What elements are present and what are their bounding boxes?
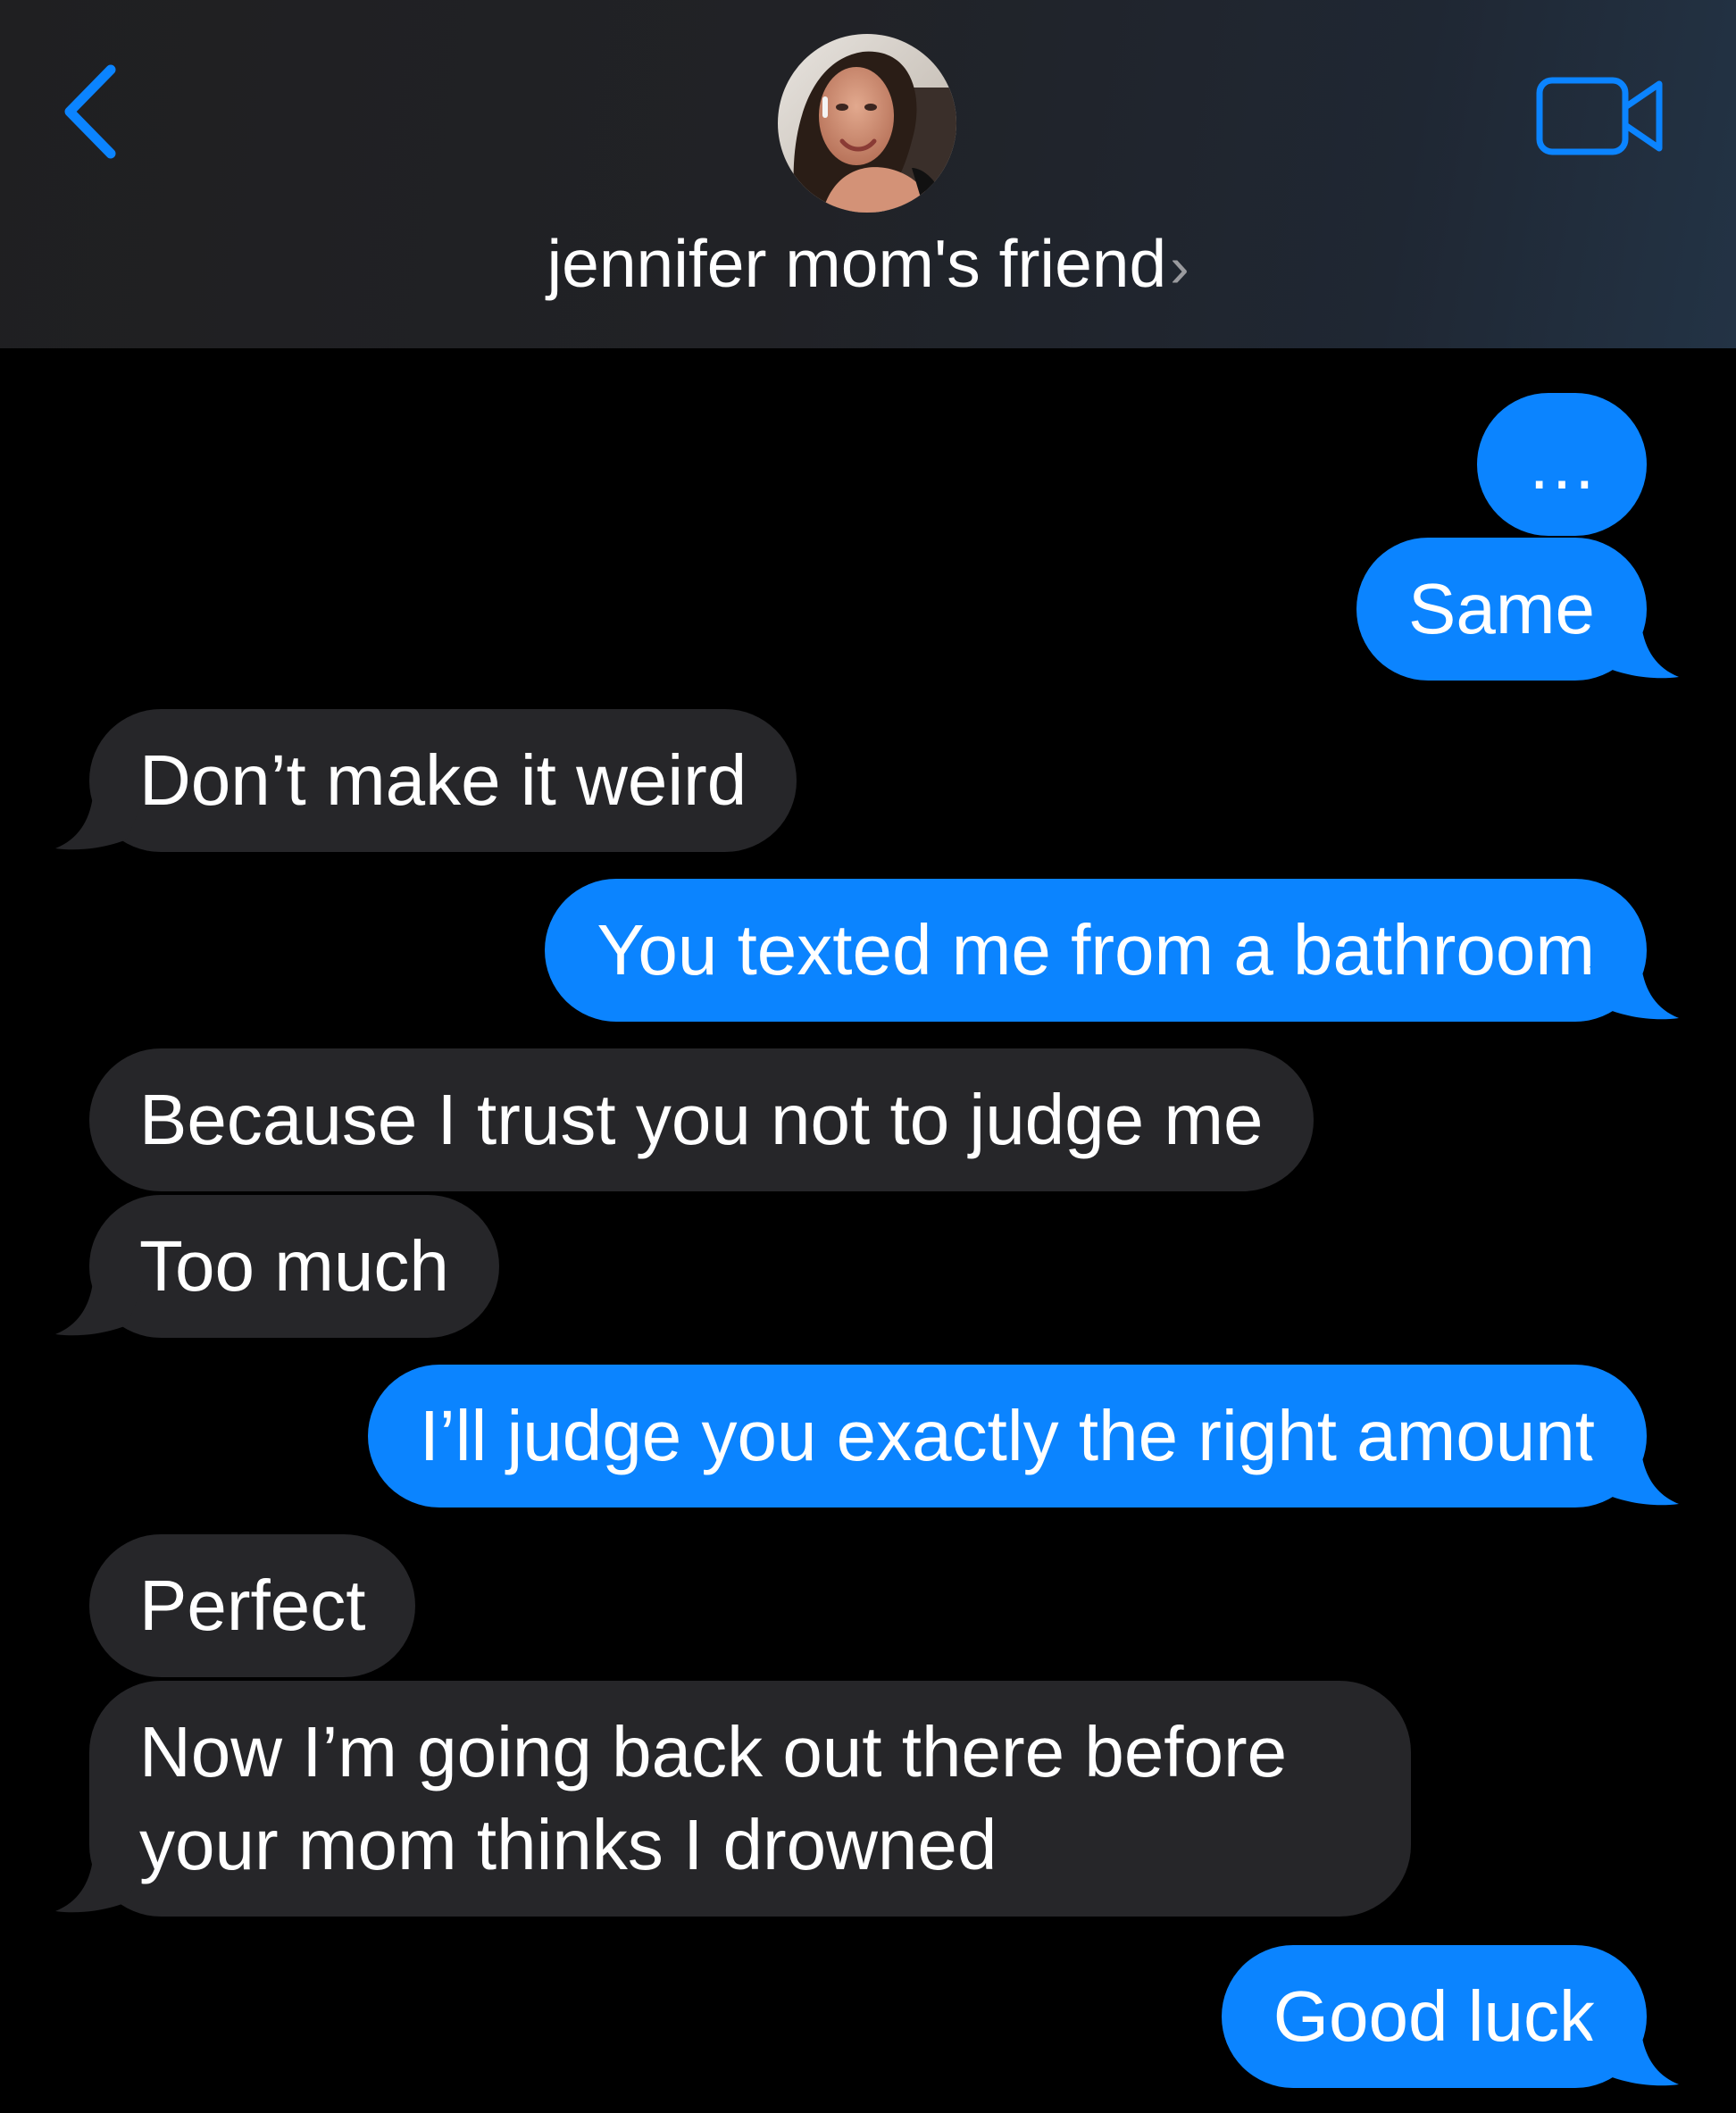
- chevron-right-icon: ›: [1170, 235, 1189, 299]
- conversation-header: jennifer mom's friend›: [0, 0, 1736, 348]
- message-bubble-sent[interactable]: Same: [1356, 538, 1647, 681]
- video-camera-icon[interactable]: [1534, 71, 1668, 161]
- message-text: Don’t make it weird: [139, 740, 747, 820]
- message-text: …: [1526, 424, 1598, 504]
- message-bubble-received[interactable]: Too much: [89, 1195, 499, 1338]
- message-bubble-received[interactable]: Because I trust you not to judge me: [89, 1048, 1314, 1191]
- message-text: Because I trust you not to judge me: [139, 1080, 1264, 1159]
- message-text: Too much: [139, 1226, 449, 1306]
- contact-name[interactable]: jennifer mom's friend›: [0, 223, 1736, 307]
- message-bubble-received[interactable]: Now I’m going back out there before your…: [89, 1681, 1411, 1917]
- avatar[interactable]: [778, 34, 956, 213]
- message-text: Same: [1408, 569, 1595, 648]
- message-text: Now I’m going back out there before your…: [139, 1712, 1288, 1884]
- chevron-left-icon[interactable]: [54, 54, 134, 170]
- contact-name-label: jennifer mom's friend: [547, 226, 1167, 301]
- message-bubble-sent[interactable]: You texted me from a bathroom: [545, 879, 1647, 1022]
- message-bubble-sent[interactable]: …: [1477, 393, 1647, 536]
- message-bubble-received[interactable]: Don’t make it weird: [89, 709, 797, 852]
- message-bubble-sent[interactable]: Good luck: [1221, 1945, 1647, 2088]
- message-text: I’ll judge you exactly the right amount: [419, 1396, 1595, 1475]
- message-text: Good luck: [1273, 1976, 1595, 2056]
- message-bubble-received[interactable]: Perfect: [89, 1534, 416, 1677]
- message-bubble-sent[interactable]: I’ll judge you exactly the right amount: [367, 1365, 1647, 1507]
- message-text: Perfect: [139, 1566, 366, 1645]
- message-text: You texted me from a bathroom: [597, 910, 1595, 990]
